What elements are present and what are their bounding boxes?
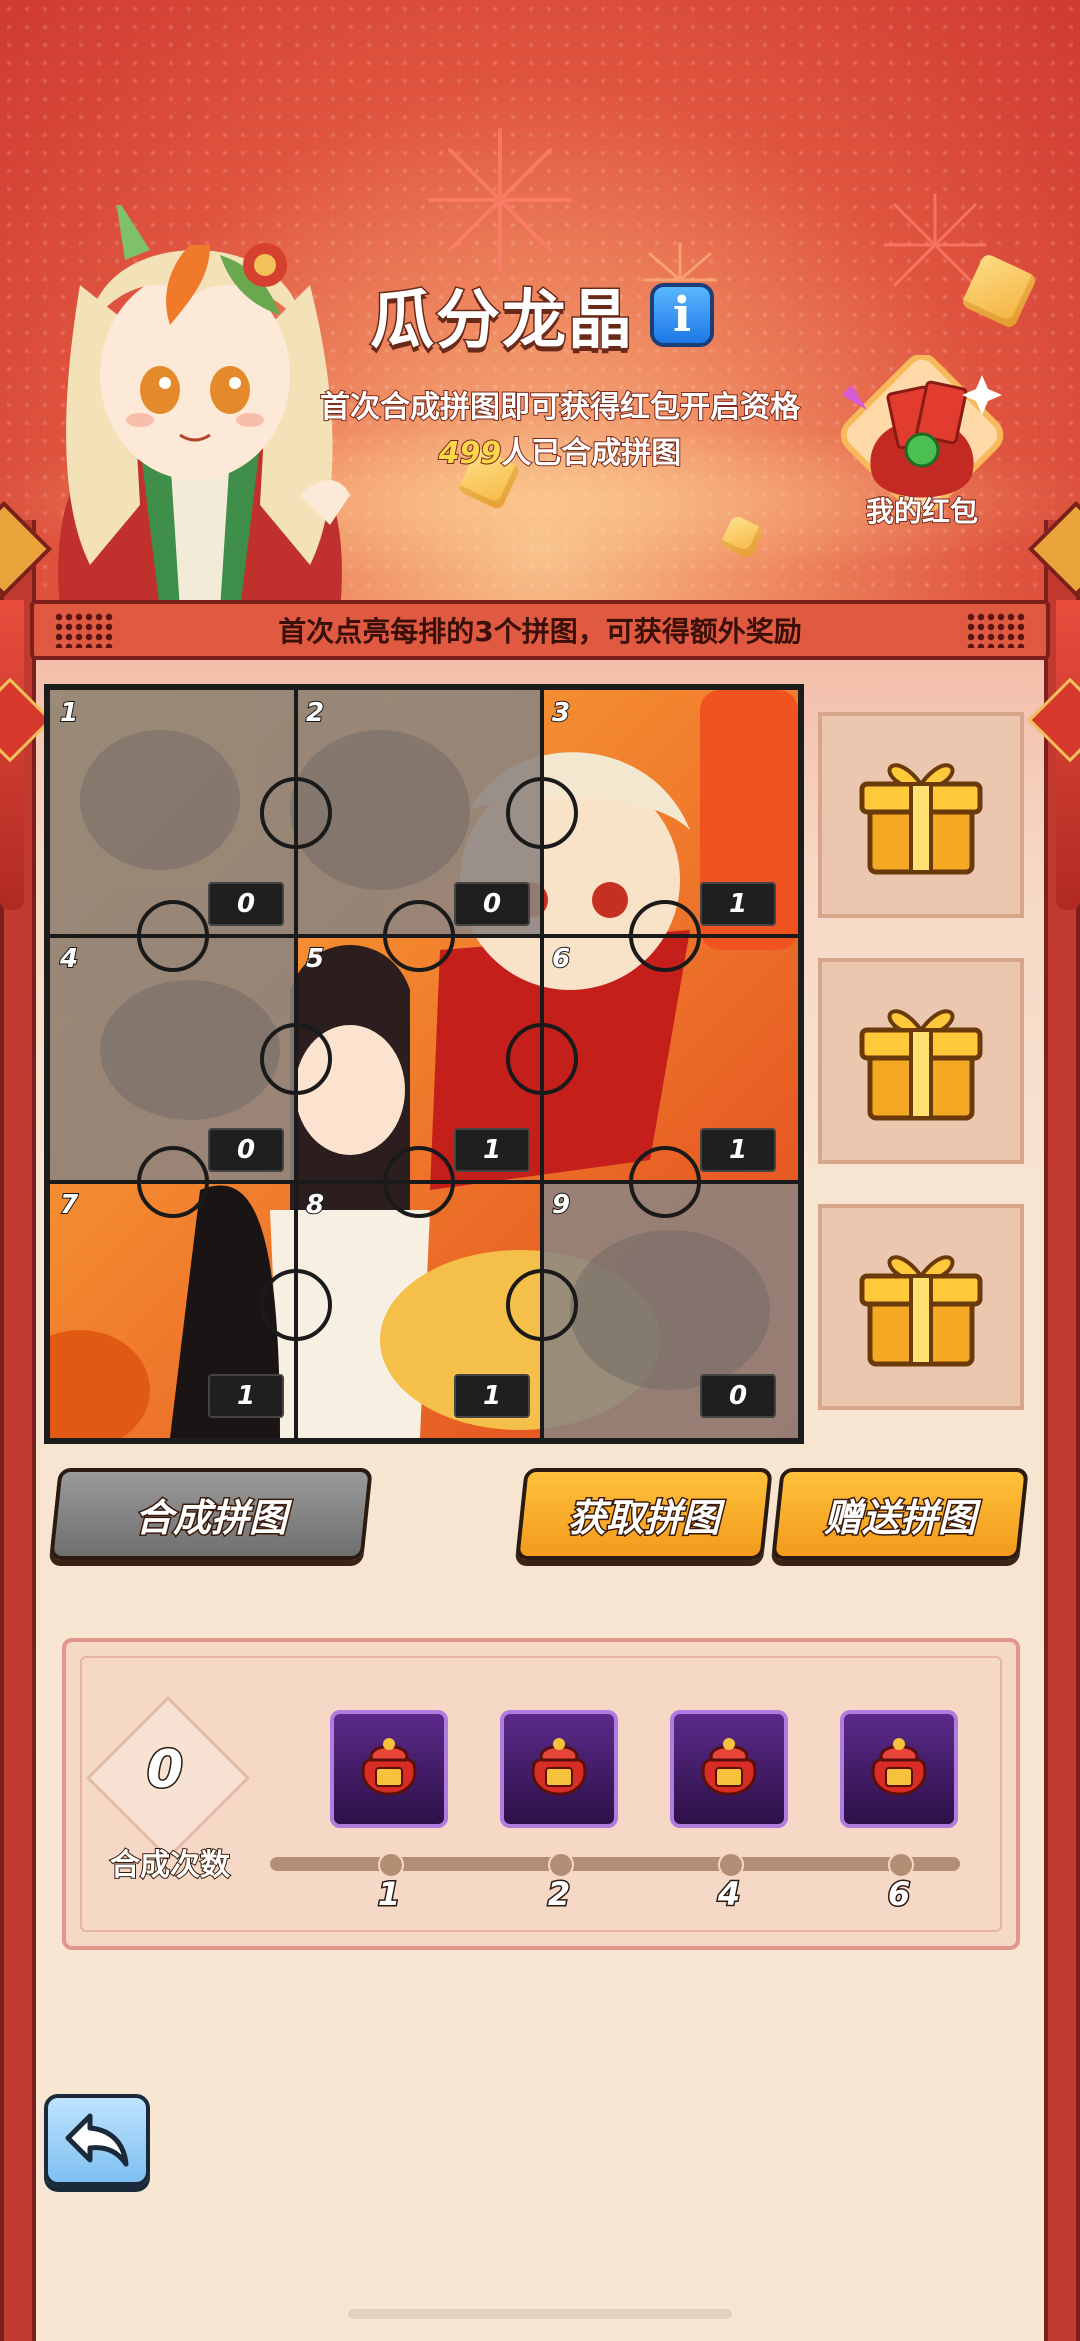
combine-puzzle-button[interactable]: 合成拼图 [49, 1468, 373, 1560]
puzzle-piece-6[interactable]: 6 1 [542, 936, 786, 1180]
milestone-reward-4[interactable] [840, 1710, 958, 1828]
piece-number: 4 [59, 943, 79, 975]
puzzle-piece-2[interactable]: 2 0 [296, 690, 540, 934]
piece-count: 0 [208, 1128, 284, 1172]
progress-track [270, 1857, 960, 1871]
piece-number: 9 [551, 1189, 571, 1221]
puzzle-piece-8[interactable]: 8 1 [296, 1182, 540, 1426]
puzzle-piece-3[interactable]: 3 1 [542, 690, 786, 934]
gift-puzzle-button[interactable]: 赠送拼图 [771, 1468, 1029, 1560]
piece-number: 5 [305, 943, 325, 975]
row-1-reward[interactable] [818, 712, 1024, 918]
back-arrow-icon [65, 2113, 129, 2167]
banner-ornament [966, 612, 1026, 648]
gift-box-icon [859, 1255, 983, 1367]
puzzle-piece-5[interactable]: 5 1 [296, 936, 540, 1180]
milestone-reward-3[interactable] [670, 1710, 788, 1828]
piece-number: 7 [59, 1189, 79, 1221]
hint-banner-text: 首次点亮每排的3个拼图，可获得额外奖励 [278, 615, 802, 648]
combine-puzzle-label: 合成拼图 [133, 1494, 288, 1541]
back-button[interactable] [44, 2094, 150, 2186]
title-row: 瓜分龙晶 i [369, 275, 714, 360]
milestone-reward-2[interactable] [500, 1710, 618, 1828]
lucky-bag-icon [871, 1738, 927, 1796]
gift-box-icon [859, 763, 983, 875]
info-button[interactable]: i [650, 283, 714, 347]
home-indicator[interactable] [348, 2309, 732, 2319]
banner-ornament [54, 612, 114, 648]
piece-number: 3 [551, 697, 571, 729]
gift-puzzle-label: 赠送拼图 [822, 1494, 977, 1541]
puzzle-piece-1[interactable]: 1 0 [50, 690, 294, 934]
piece-count: 0 [208, 882, 284, 926]
piece-count: 1 [700, 882, 776, 926]
gift-box-icon [859, 1009, 983, 1121]
piece-count: 1 [454, 1374, 530, 1418]
row-2-reward[interactable] [818, 958, 1024, 1164]
hint-banner: 首次点亮每排的3个拼图，可获得额外奖励 [30, 600, 1050, 660]
milestone-label: 1 [376, 1874, 401, 1915]
lucky-bag-icon [531, 1738, 587, 1796]
obtain-puzzle-label: 获取拼图 [566, 1494, 721, 1541]
puzzle-piece-4[interactable]: 4 0 [50, 936, 294, 1180]
puzzle-piece-9[interactable]: 9 0 [542, 1182, 786, 1426]
piece-number: 8 [305, 1189, 325, 1221]
event-subtitle: 首次合成拼图即可获得红包开启资格 [319, 389, 801, 426]
piece-number: 2 [305, 697, 325, 729]
piece-number: 1 [59, 697, 79, 729]
header-background: 瓜分龙晶 i 首次合成拼图即可获得红包开启资格 499人已合成拼图 我的红包 [0, 0, 1080, 610]
participants-count: 499 [438, 435, 503, 472]
puzzle-piece-7[interactable]: 7 1 [50, 1182, 294, 1426]
combine-count: 0 [145, 1739, 184, 1802]
firework-icon [428, 128, 572, 272]
piece-number: 6 [551, 943, 571, 975]
obtain-puzzle-button[interactable]: 获取拼图 [515, 1468, 773, 1560]
piece-count: 0 [454, 882, 530, 926]
combine-count-label: 合成次数 [109, 1847, 231, 1884]
piece-count: 1 [700, 1128, 776, 1172]
piece-count: 1 [454, 1128, 530, 1172]
page-title: 瓜分龙晶 [369, 282, 634, 360]
milestone-reward-1[interactable] [330, 1710, 448, 1828]
piece-count: 0 [700, 1374, 776, 1418]
puzzle-board: 1 0 2 0 3 1 4 0 5 1 6 1 7 1 8 1 9 0 [44, 684, 804, 1444]
lucky-bag-icon [701, 1738, 757, 1796]
my-redpack-label: 我的红包 [865, 494, 979, 529]
milestone-label: 2 [546, 1874, 571, 1915]
participants-line: 499人已合成拼图 [300, 428, 820, 472]
piece-count: 1 [208, 1374, 284, 1418]
participants-suffix: 人已合成拼图 [500, 435, 682, 472]
row-3-reward[interactable] [818, 1204, 1024, 1410]
lucky-bag-icon [361, 1738, 417, 1796]
milestone-label: 4 [716, 1874, 741, 1915]
info-icon: i [672, 287, 692, 343]
milestone-label: 6 [886, 1874, 911, 1915]
